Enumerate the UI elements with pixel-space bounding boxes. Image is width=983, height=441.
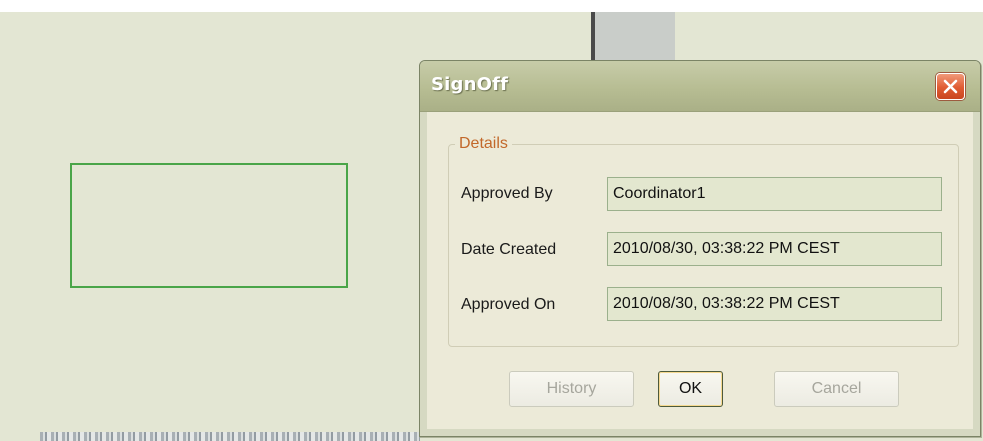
cancel-button[interactable]: Cancel [774,371,899,407]
desktop-background: SignOff Details Approved By Coordinator1… [0,0,983,441]
close-icon [943,79,958,94]
history-button[interactable]: History [509,371,634,407]
approved-on-field[interactable]: 2010/08/30, 03:38:22 PM CEST [607,287,942,321]
details-group-title: Details [455,135,512,153]
dialog-title-bar[interactable]: SignOff [420,61,980,112]
ok-button[interactable]: OK [658,371,723,407]
background-bottom-strip [40,432,420,441]
approved-by-label: Approved By [461,185,553,202]
dialog-title: SignOff [431,74,509,95]
date-created-field[interactable]: 2010/08/30, 03:38:22 PM CEST [607,232,942,266]
background-green-outline-box [70,163,348,288]
dialog-body: Details Approved By Coordinator1 Date Cr… [427,112,973,429]
approved-on-label: Approved On [461,296,556,313]
date-created-label: Date Created [461,241,557,258]
signoff-dialog: SignOff Details Approved By Coordinator1… [419,60,981,437]
background-gray-panel [595,12,675,60]
approved-by-field[interactable]: Coordinator1 [607,177,942,211]
close-button[interactable] [936,73,965,100]
background-top-strip [0,0,983,12]
details-group: Details Approved By Coordinator1 Date Cr… [448,135,959,347]
